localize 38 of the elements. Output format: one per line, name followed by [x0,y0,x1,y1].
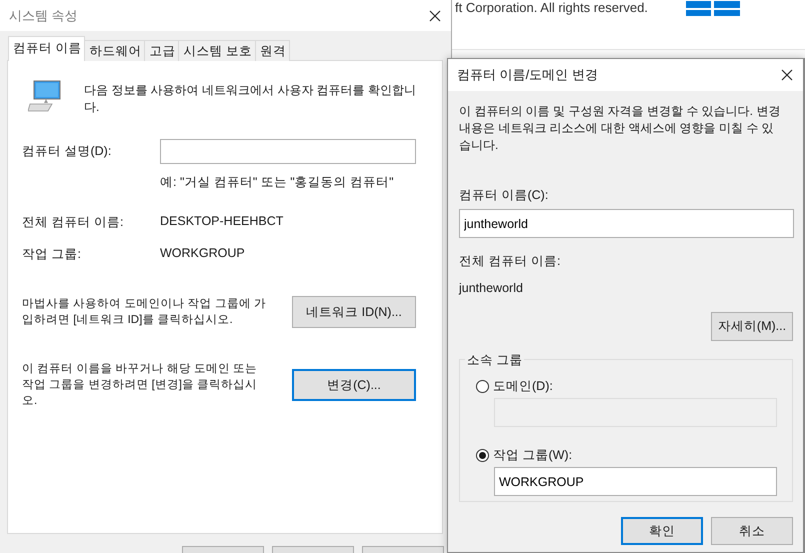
close-icon[interactable] [781,69,793,81]
radio-label: 작업 그룹(W): [493,447,572,464]
tab[interactable]: 컴퓨터 이름 [8,36,86,61]
tab[interactable]: 고급 [144,40,180,61]
info-value: WORKGROUP [160,246,245,262]
text-field[interactable]: WORKGROUP [494,467,777,496]
tab[interactable]: 원격 [254,40,290,61]
details-button[interactable]: 자세히(M)... [711,312,793,341]
radio-button[interactable] [476,380,489,393]
field-label: 컴퓨터 이름(C): [459,187,550,204]
dialog-button[interactable]: 확인 [621,517,703,545]
radio-button[interactable] [476,449,489,462]
description-field[interactable] [160,139,416,164]
action-button[interactable]: 변경(C)... [292,369,416,401]
info-label: 작업 그룹: [22,246,82,263]
info-label: 전체 컴퓨터 이름: [22,214,124,231]
info-value: DESKTOP-HEEHBCT [160,214,284,230]
tab[interactable]: 하드웨어 [84,40,146,61]
tab[interactable]: 시스템 보호 [178,40,256,61]
computer-icon [28,80,62,112]
action-button[interactable]: 네트워크 ID(N)... [292,296,416,328]
dialog-button[interactable]: 취소 [711,517,793,545]
instruction-text: 마법사를 사용하여 도메인이나 작업 그룹에 가입하려면 [네트워크 ID]를 클릭하십시오. [22,297,267,328]
window-title: 시스템 속성 [9,6,78,24]
intro-text: 다음 정보를 사용하여 네트워크에서 사용자 컴퓨터를 확인합니다. [84,82,416,116]
close-icon[interactable] [429,10,441,22]
message-text: 이 컴퓨터의 이름 및 구성원 자격을 변경할 수 있습니다. 변경 내용은 네트워크 리소스에 대한 액세스에 영향을 미칠 수 있습니다. [459,103,782,154]
full-name-value: juntheworld [459,281,524,295]
hint-text: 예: "거실 컴퓨터" 또는 "홍길동의 컴퓨터" [160,174,395,191]
instruction-text: 이 컴퓨터 이름을 바꾸거나 해당 도메인 또는 작업 그룹을 변경하려면 [변경]을 클릭하십시오. [22,362,258,409]
group-title: 소속 그룹 [465,352,524,369]
computer-name-field[interactable]: juntheworld [459,209,794,238]
radio-label: 도메인(D): [493,378,553,395]
field-label: 컴퓨터 설명(D): [22,143,112,160]
window-title: 컴퓨터 이름/도메인 변경 [457,66,598,84]
copyright-text: ft Corporation. All rights reserved. [455,0,649,16]
field-label: 전체 컴퓨터 이름: [459,253,562,270]
windows-logo-icon [686,1,740,16]
